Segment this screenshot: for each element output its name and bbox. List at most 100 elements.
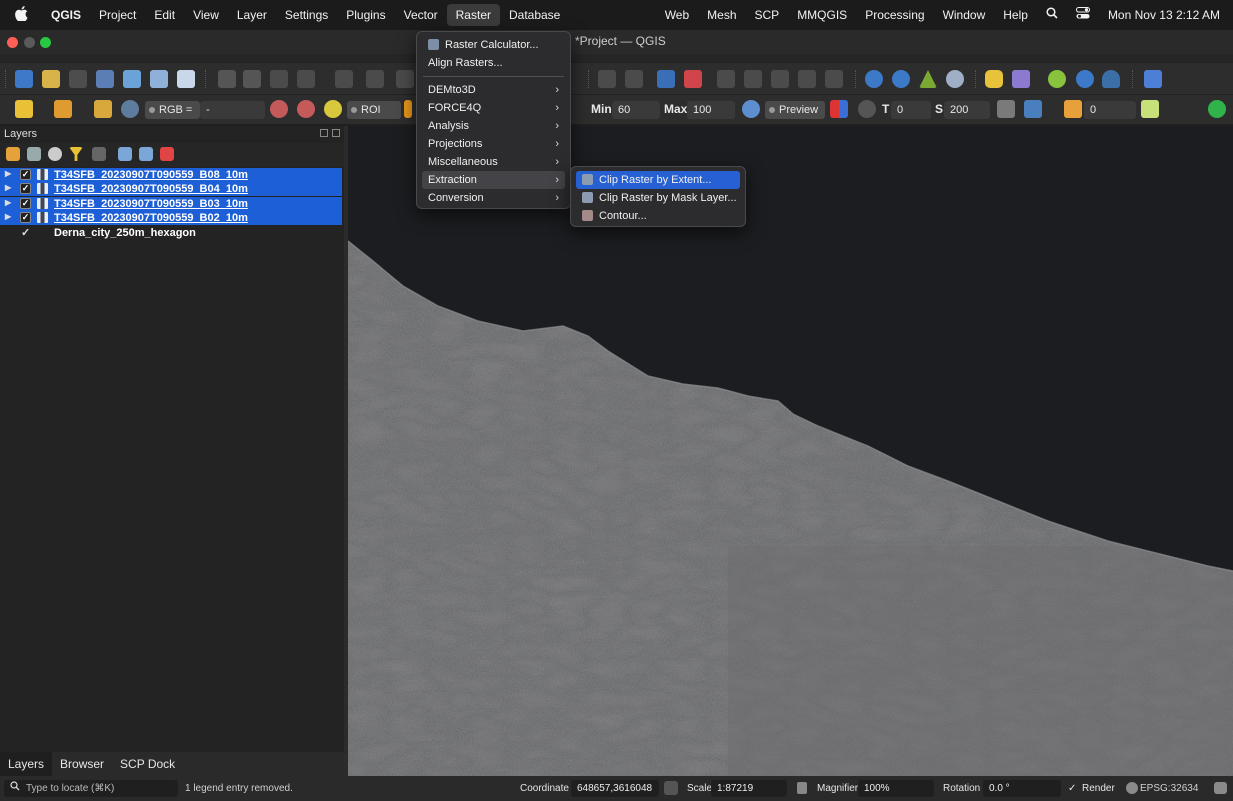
close-window-button[interactable] xyxy=(7,37,18,48)
menu-item-force4q[interactable]: FORCE4Q › xyxy=(422,99,565,117)
kml-export-icon[interactable] xyxy=(1024,100,1042,118)
map-search-icon[interactable] xyxy=(946,70,964,88)
expand-arrow-icon[interactable]: ▶ xyxy=(5,212,11,221)
menu-item-miscellaneous[interactable]: Miscellaneous › xyxy=(422,153,565,171)
menu-item-clip-raster-by-mask[interactable]: Clip Raster by Mask Layer... xyxy=(576,189,740,207)
layer-row[interactable]: ▶ ✓ T34SFB_20230907T090559_B02_10m xyxy=(0,211,342,225)
s-spinbox[interactable]: 200 xyxy=(944,101,990,119)
scale-field[interactable]: 1:87219 xyxy=(711,780,787,797)
control-center-icon[interactable] xyxy=(1067,4,1099,26)
spotlight-search-icon[interactable] xyxy=(1037,4,1067,26)
add-group-icon[interactable] xyxy=(27,147,41,161)
edit-pencil-icon[interactable] xyxy=(218,70,236,88)
remove-layer-icon[interactable] xyxy=(160,147,174,161)
cloud-icon[interactable] xyxy=(1102,70,1120,88)
menu-settings[interactable]: Settings xyxy=(276,4,337,26)
globe-plus-icon[interactable] xyxy=(865,70,883,88)
plugin-green-icon[interactable] xyxy=(1048,70,1066,88)
menu-item-contour[interactable]: Contour... xyxy=(576,207,740,225)
data-source-manager-icon[interactable] xyxy=(42,70,60,88)
tab-scp-dock[interactable]: SCP Dock xyxy=(112,752,183,776)
map-canvas[interactable] xyxy=(348,126,1233,776)
menu-raster[interactable]: Raster xyxy=(446,4,500,26)
crs-globe-icon[interactable] xyxy=(1126,782,1138,794)
tab-layers[interactable]: Layers xyxy=(0,752,53,776)
roi-toggle[interactable]: ROI xyxy=(347,101,401,119)
expand-arrow-icon[interactable]: ▶ xyxy=(5,183,11,192)
menu-item-demto3d[interactable]: DEMto3D › xyxy=(422,81,565,99)
menu-mmqgis[interactable]: MMQGIS xyxy=(788,4,856,26)
filter-expression-icon[interactable] xyxy=(92,147,106,161)
minimize-window-button[interactable] xyxy=(24,37,35,48)
menu-web[interactable]: Web xyxy=(656,4,698,26)
pin-labels-icon[interactable] xyxy=(625,70,643,88)
digitize-polygon-icon[interactable] xyxy=(123,70,141,88)
panel-float-button[interactable] xyxy=(320,129,328,137)
layer-row[interactable]: ▶ ✓ T34SFB_20230907T090559_B04_10m xyxy=(0,182,342,196)
modify-attributes-icon[interactable] xyxy=(335,70,353,88)
move-label-icon[interactable] xyxy=(717,70,735,88)
render-checkbox[interactable]: ✓ xyxy=(1068,783,1076,794)
menu-help[interactable]: Help xyxy=(994,4,1037,26)
preview-toggle[interactable]: Preview xyxy=(765,101,825,119)
menu-item-conversion[interactable]: Conversion › xyxy=(422,189,565,207)
remove-preview-icon[interactable] xyxy=(997,100,1015,118)
menu-scp[interactable]: SCP xyxy=(746,4,789,26)
refresh-preview-icon[interactable] xyxy=(858,100,876,118)
globe-search-icon[interactable] xyxy=(892,70,910,88)
layer-row[interactable]: ▶ ✓ T34SFB_20230907T090559_B08_10m xyxy=(0,168,342,182)
expand-arrow-icon[interactable]: ▶ xyxy=(5,198,11,207)
highlight-labels-icon[interactable] xyxy=(684,70,702,88)
rgb-toggle[interactable]: RGB = xyxy=(145,101,200,119)
change-label-icon[interactable] xyxy=(771,70,789,88)
settings-gear-icon[interactable] xyxy=(1076,70,1094,88)
layer-visibility-checkbox[interactable]: ✓ xyxy=(20,169,31,180)
crs-label[interactable]: EPSG:32634 xyxy=(1140,783,1198,794)
menu-project[interactable]: Project xyxy=(90,4,145,26)
toggle-extents-icon[interactable] xyxy=(664,781,678,795)
filter-legend-icon[interactable] xyxy=(69,147,83,161)
rotate-label-icon[interactable] xyxy=(744,70,762,88)
menu-mesh[interactable]: Mesh xyxy=(698,4,745,26)
advanced-digitize-icon[interactable] xyxy=(396,70,414,88)
zoom-to-image-icon[interactable] xyxy=(121,100,139,118)
layer-visibility-checkbox[interactable]: ✓ xyxy=(20,212,31,223)
coordinate-field[interactable]: 648657,3616048 xyxy=(571,780,659,797)
rgb-composite-select[interactable]: - xyxy=(200,101,265,119)
layer-row[interactable]: ▶ ✓ T34SFB_20230907T090559_B03_10m xyxy=(0,197,342,211)
redraw-roi-icon[interactable] xyxy=(742,100,760,118)
max-spinbox[interactable]: 100 xyxy=(687,101,735,119)
panel-close-button[interactable] xyxy=(332,129,340,137)
triangle-tool-icon[interactable] xyxy=(919,70,937,88)
layer-visibility-checkbox[interactable]: ✓ xyxy=(20,183,31,194)
share-icon[interactable] xyxy=(1208,100,1226,118)
local-cumulative-stretch-icon[interactable] xyxy=(270,100,288,118)
vertex-tool-icon[interactable] xyxy=(297,70,315,88)
magnifier-field[interactable]: 100% xyxy=(858,780,934,797)
new-layer-icon[interactable] xyxy=(15,70,33,88)
scp-band-set-icon[interactable] xyxy=(94,100,112,118)
apple-logo-icon[interactable] xyxy=(0,6,42,24)
menu-database[interactable]: Database xyxy=(500,4,569,26)
digitize-line-icon[interactable] xyxy=(96,70,114,88)
scp-main-icon[interactable] xyxy=(15,100,33,118)
label-properties-icon[interactable] xyxy=(798,70,816,88)
t-spinbox[interactable]: 0 xyxy=(891,101,931,119)
menu-item-align-rasters[interactable]: Align Rasters... xyxy=(422,54,565,72)
menu-window[interactable]: Window xyxy=(934,4,995,26)
open-layer-styling-icon[interactable] xyxy=(6,147,20,161)
collapse-all-icon[interactable] xyxy=(139,147,153,161)
menu-item-raster-calculator[interactable]: Raster Calculator... xyxy=(422,36,565,54)
messages-icon[interactable] xyxy=(1214,782,1227,794)
processing-toolbox-icon[interactable] xyxy=(1012,70,1030,88)
zoom-roi-icon[interactable] xyxy=(324,100,342,118)
tab-browser[interactable]: Browser xyxy=(52,752,112,776)
menu-layer[interactable]: Layer xyxy=(228,4,276,26)
layer-visibility-checkbox[interactable]: ✓ xyxy=(20,198,31,209)
digitize-points-icon[interactable] xyxy=(69,70,87,88)
min-spinbox[interactable]: 60 xyxy=(612,101,660,119)
menu-item-extraction[interactable]: Extraction › xyxy=(422,171,565,189)
roi-orange-icon[interactable] xyxy=(404,100,412,118)
menu-item-clip-raster-by-extent[interactable]: Clip Raster by Extent... xyxy=(576,171,740,189)
menu-item-analysis[interactable]: Analysis › xyxy=(422,117,565,135)
